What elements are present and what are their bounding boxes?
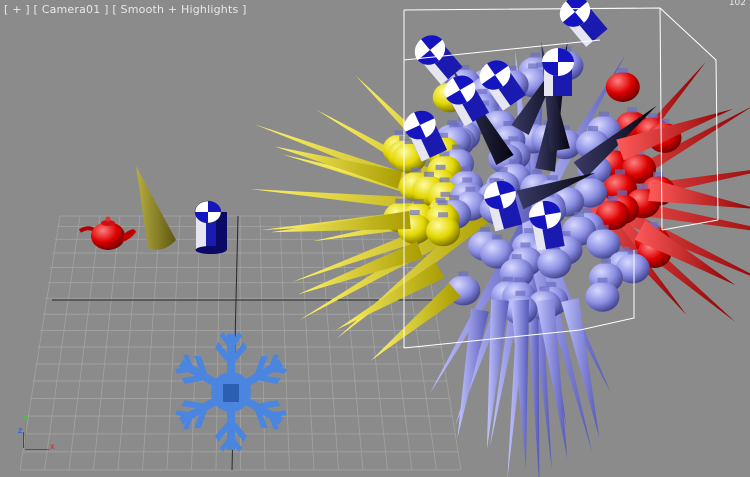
checker-cylinder[interactable] — [194, 200, 227, 254]
axis-y-line — [25, 422, 26, 450]
axis-tripod: y z x — [18, 412, 60, 454]
camera-viewport[interactable]: [ + ] [ Camera01 ] [ Smooth + Highlights… — [0, 0, 750, 477]
viewport-camera-menu[interactable]: [ Camera01 ] — [34, 3, 109, 16]
viewport-label: [ + ] [ Camera01 ] [ Smooth + Highlights… — [4, 3, 247, 16]
axis-z-label: z — [18, 426, 23, 435]
axis-x-label: x — [50, 442, 55, 451]
axis-z-line — [23, 432, 24, 448]
cone-object[interactable] — [136, 166, 176, 250]
corner-label: 102 — [728, 0, 746, 8]
viewport-shading-menu[interactable]: [ Smooth + Highlights ] — [112, 3, 246, 16]
axis-y-label: y — [23, 412, 28, 421]
viewport-menu-plus[interactable]: [ + ] — [4, 3, 30, 16]
axis-x-line — [25, 449, 49, 450]
viewport-scene[interactable] — [0, 0, 750, 477]
teapot[interactable] — [78, 216, 136, 251]
